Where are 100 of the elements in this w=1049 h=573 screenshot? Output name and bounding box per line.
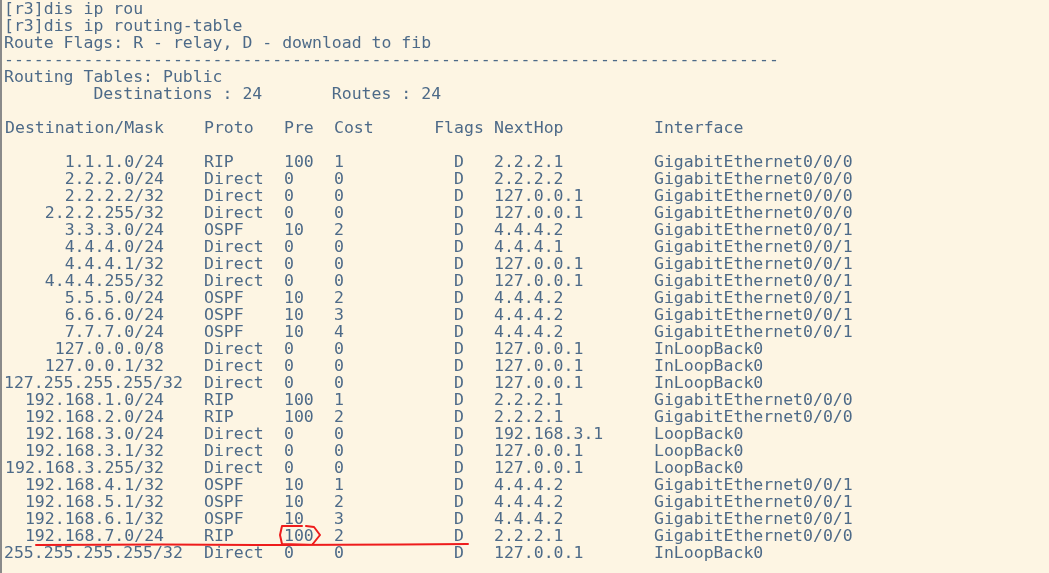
terminal-line: Destinations : 24 Routes : 24 — [92, 85, 442, 102]
table-cell: D — [454, 322, 464, 341]
table-cell: D — [454, 441, 464, 460]
table-cell: 7.7.7.0/24 — [64, 322, 164, 341]
terminal-line: Routing Tables: Public — [4, 68, 223, 85]
table-cell: 2 — [334, 220, 344, 239]
table-cell: D — [454, 220, 464, 239]
table-cell: 4.4.4.2 — [494, 305, 564, 324]
table-cell: LoopBack0 — [654, 458, 744, 477]
table-cell: 192.168.1.0/24 — [24, 390, 164, 409]
table-cell: 2.2.2.1 — [494, 526, 564, 545]
table-cell: Direct — [204, 237, 264, 256]
table-cell: 0 — [334, 339, 344, 358]
table-cell: 0 — [284, 203, 294, 222]
table-cell: GigabitEthernet0/0/1 — [654, 237, 853, 256]
table-cell: 0 — [284, 186, 294, 205]
table-cell: OSPF — [204, 220, 244, 239]
table-cell: GigabitEthernet0/0/0 — [654, 407, 853, 426]
table-cell: 2.2.2.1 — [494, 152, 564, 171]
table-cell: 10 — [284, 305, 304, 324]
table-cell: 127.0.0.1 — [494, 203, 584, 222]
table-cell: Direct — [204, 271, 264, 290]
column-header: Cost — [334, 118, 374, 137]
table-cell: D — [454, 271, 464, 290]
table-cell: 0 — [334, 169, 344, 188]
table-cell: 4.4.4.2 — [494, 220, 564, 239]
table-cell: 192.168.6.1/32 — [24, 509, 164, 528]
column-header: Flags — [434, 118, 484, 137]
table-cell: D — [454, 407, 464, 426]
table-cell: 127.0.0.1 — [494, 458, 584, 477]
table-cell: OSPF — [204, 492, 244, 511]
table-cell: Direct — [204, 169, 264, 188]
table-cell: 192.168.2.0/24 — [24, 407, 164, 426]
table-cell: 2.2.2.2/32 — [64, 186, 164, 205]
table-cell: 100 — [284, 407, 314, 426]
table-cell: 127.0.0.1 — [494, 186, 584, 205]
table-cell: 10 — [284, 509, 304, 528]
table-cell: 2.2.2.1 — [494, 407, 564, 426]
table-cell: D — [454, 424, 464, 443]
table-cell: 127.255.255.255/32 — [4, 373, 183, 392]
table-cell: 0 — [284, 424, 294, 443]
table-cell: 0 — [284, 169, 294, 188]
table-cell: OSPF — [204, 288, 244, 307]
table-cell: 4.4.4.2 — [494, 492, 564, 511]
table-cell: 4.4.4.2 — [494, 322, 564, 341]
table-cell: 192.168.3.1 — [494, 424, 604, 443]
table-cell: GigabitEthernet0/0/0 — [654, 152, 853, 171]
table-cell: GigabitEthernet0/0/1 — [654, 305, 853, 324]
table-cell: LoopBack0 — [654, 424, 744, 443]
table-cell: 10 — [284, 288, 304, 307]
table-cell: GigabitEthernet0/0/1 — [654, 220, 853, 239]
table-cell: 4.4.4.0/24 — [64, 237, 164, 256]
table-cell: 4.4.4.2 — [494, 475, 564, 494]
table-cell: 2 — [334, 492, 344, 511]
table-cell: 0 — [334, 424, 344, 443]
table-cell: 4.4.4.1 — [494, 237, 564, 256]
table-cell: 2 — [334, 407, 344, 426]
table-cell: D — [454, 186, 464, 205]
table-cell: 2.2.2.1 — [494, 390, 564, 409]
table-cell: D — [454, 373, 464, 392]
table-cell: 0 — [284, 254, 294, 273]
table-cell: 2.2.2.2 — [494, 169, 564, 188]
table-cell: 6.6.6.0/24 — [64, 305, 164, 324]
table-cell: GigabitEthernet0/0/0 — [654, 203, 853, 222]
table-cell: OSPF — [204, 509, 244, 528]
table-cell: 10 — [284, 220, 304, 239]
table-cell: 0 — [284, 543, 294, 562]
table-cell: 4.4.4.2 — [494, 288, 564, 307]
table-cell: 2.2.2.255/32 — [44, 203, 164, 222]
table-cell: 4 — [334, 322, 344, 341]
column-header: Interface — [654, 118, 744, 137]
table-cell: D — [454, 237, 464, 256]
table-cell: D — [454, 390, 464, 409]
table-cell: D — [454, 254, 464, 273]
table-cell: Direct — [204, 458, 264, 477]
table-cell: 0 — [284, 441, 294, 460]
table-cell: D — [454, 458, 464, 477]
table-cell: 192.168.3.0/24 — [24, 424, 164, 443]
table-cell: 255.255.255.255/32 — [4, 543, 183, 562]
table-cell: 0 — [284, 373, 294, 392]
table-cell: 1 — [334, 390, 344, 409]
table-cell: GigabitEthernet0/0/1 — [654, 492, 853, 511]
table-cell: D — [454, 203, 464, 222]
table-cell: 4.4.4.2 — [494, 509, 564, 528]
table-cell: 127.0.0.1 — [494, 373, 584, 392]
table-cell: 2 — [334, 288, 344, 307]
table-cell: LoopBack0 — [654, 441, 744, 460]
table-cell: 0 — [334, 543, 344, 562]
table-cell: GigabitEthernet0/0/0 — [654, 390, 853, 409]
table-cell: RIP — [204, 526, 234, 545]
table-cell: 100 — [284, 526, 314, 545]
table-cell: RIP — [204, 390, 234, 409]
table-cell: Direct — [204, 424, 264, 443]
table-cell: 0 — [334, 203, 344, 222]
table-cell: D — [454, 509, 464, 528]
table-cell: 127.0.0.1 — [494, 339, 584, 358]
table-cell: D — [454, 288, 464, 307]
table-cell: 0 — [334, 356, 344, 375]
table-cell: 0 — [284, 237, 294, 256]
table-cell: Direct — [204, 339, 264, 358]
